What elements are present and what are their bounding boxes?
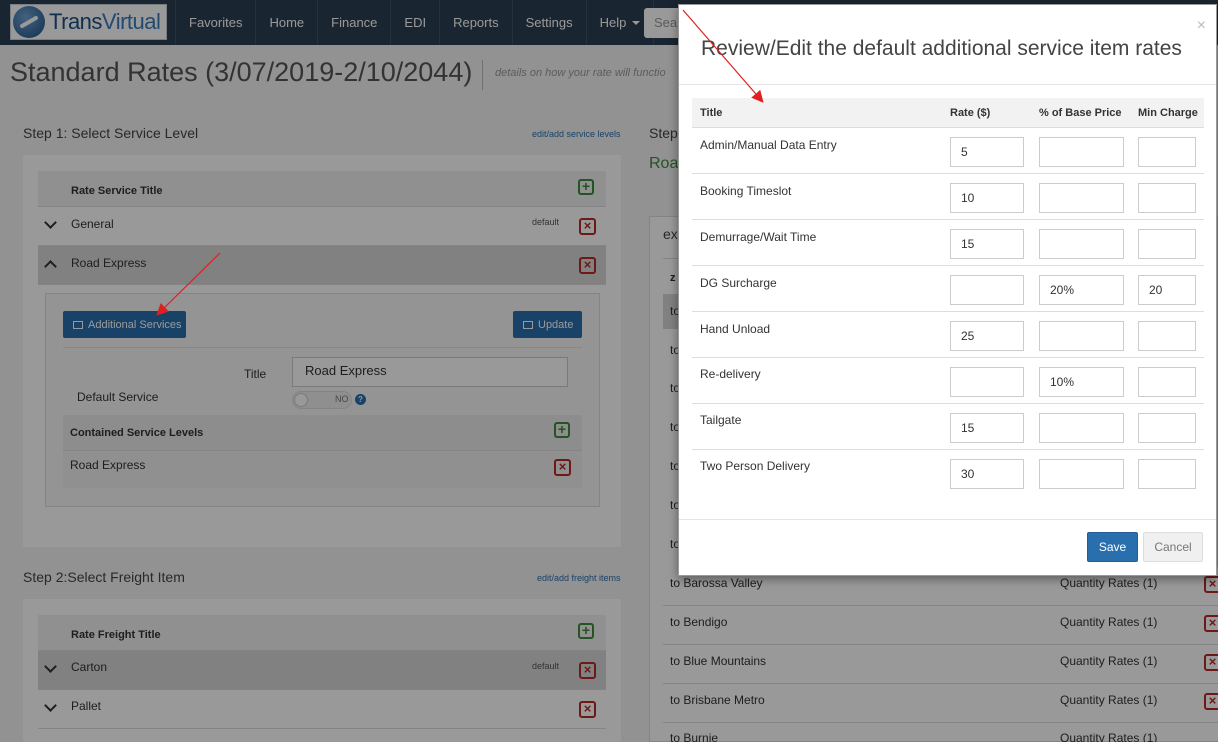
min-charge-input[interactable]	[1138, 367, 1196, 397]
save-button[interactable]: Save	[1087, 532, 1138, 562]
rate-input[interactable]	[950, 367, 1024, 397]
rate-row-title: Two Person Delivery	[700, 459, 811, 473]
rate-input[interactable]	[950, 229, 1024, 259]
rate-input[interactable]	[950, 183, 1024, 213]
rate-row: Hand Unload	[692, 312, 1204, 358]
rate-row-title: Re-delivery	[700, 367, 761, 381]
rate-input[interactable]	[950, 137, 1024, 167]
min-charge-input[interactable]	[1138, 183, 1196, 213]
col-title: Title	[700, 107, 723, 119]
min-charge-input[interactable]	[1138, 229, 1196, 259]
pct-base-input[interactable]	[1039, 321, 1124, 351]
col-rate: Rate ($)	[950, 107, 991, 119]
rate-input[interactable]	[950, 275, 1024, 305]
min-charge-input[interactable]	[1138, 321, 1196, 351]
pct-base-input[interactable]	[1039, 413, 1124, 443]
pct-base-input[interactable]	[1039, 137, 1124, 167]
min-charge-input[interactable]	[1138, 137, 1196, 167]
rate-row: Admin/Manual Data Entry	[692, 128, 1204, 174]
rate-row-title: Admin/Manual Data Entry	[700, 138, 837, 152]
pct-base-input[interactable]	[1039, 459, 1124, 489]
rate-row: Re-delivery	[692, 358, 1204, 404]
rate-row-title: Booking Timeslot	[700, 184, 792, 198]
modal-header-divider	[679, 84, 1216, 85]
rate-row-title: Hand Unload	[700, 322, 771, 336]
rate-row: Demurrage/Wait Time	[692, 220, 1204, 266]
modal-footer-divider	[679, 519, 1216, 520]
rates-table-header: Title Rate ($) % of Base Price Min Charg…	[692, 98, 1204, 128]
min-charge-input[interactable]	[1138, 275, 1196, 305]
close-icon[interactable]: ×	[1197, 17, 1206, 35]
rate-row-title: Demurrage/Wait Time	[700, 230, 817, 244]
col-min-charge: Min Charge	[1138, 107, 1198, 119]
rate-row: Booking Timeslot	[692, 174, 1204, 220]
rate-row: DG Surcharge	[692, 266, 1204, 312]
rate-input[interactable]	[950, 459, 1024, 489]
rate-input[interactable]	[950, 321, 1024, 351]
rate-row: Two Person Delivery	[692, 450, 1204, 496]
pct-base-input[interactable]	[1039, 183, 1124, 213]
min-charge-input[interactable]	[1138, 413, 1196, 443]
modal-title: Review/Edit the default additional servi…	[701, 37, 1182, 60]
rate-row-title: Tailgate	[700, 413, 742, 427]
cancel-button[interactable]: Cancel	[1143, 532, 1203, 562]
pct-base-input[interactable]	[1039, 367, 1124, 397]
pct-base-input[interactable]	[1039, 275, 1124, 305]
service-rates-modal: × Review/Edit the default additional ser…	[678, 4, 1217, 576]
min-charge-input[interactable]	[1138, 459, 1196, 489]
rate-row: Tailgate	[692, 404, 1204, 450]
pct-base-input[interactable]	[1039, 229, 1124, 259]
col-pct-base: % of Base Price	[1039, 107, 1122, 119]
rate-input[interactable]	[950, 413, 1024, 443]
rate-row-title: DG Surcharge	[700, 276, 777, 290]
